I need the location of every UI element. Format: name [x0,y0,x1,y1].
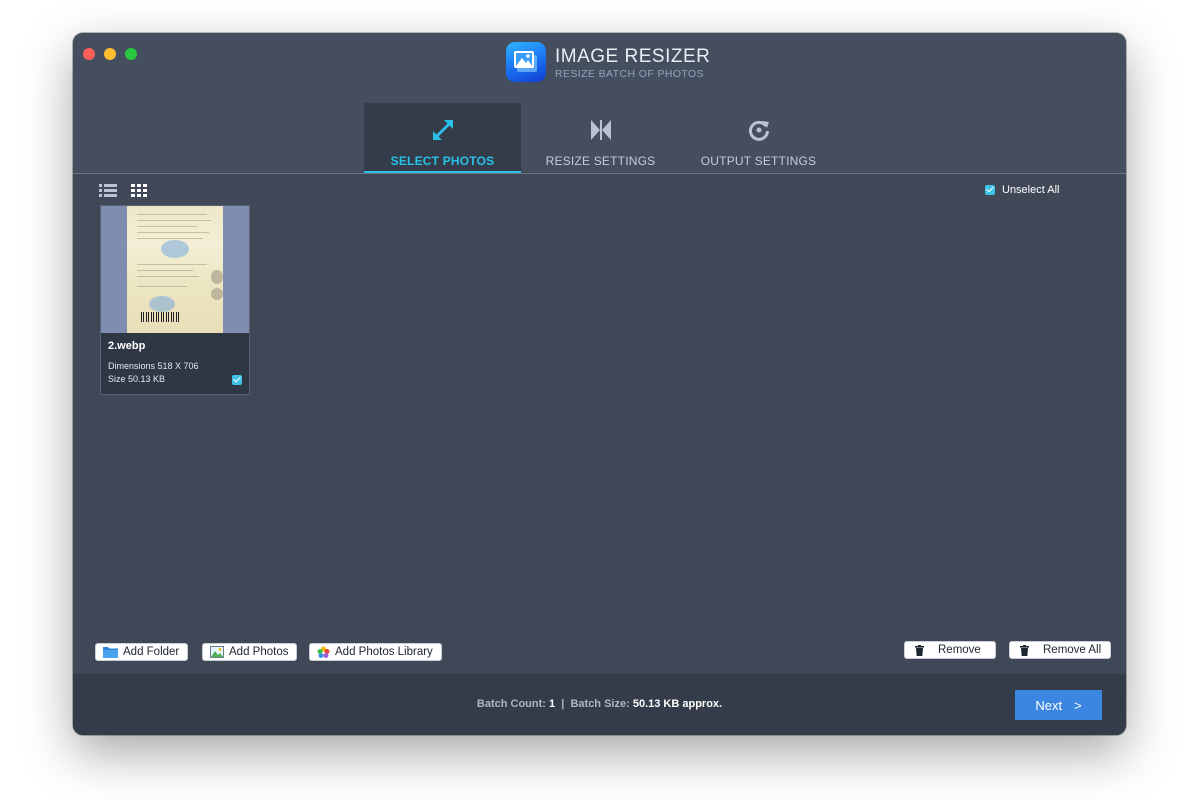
next-label: Next [1035,697,1063,713]
add-photos-library-label: Add Photos Library [335,646,433,658]
photo-dimensions: Dimensions 518 X 706 [108,361,199,371]
tab-label: RESIZE SETTINGS [545,154,656,168]
add-photos-library-button[interactable]: Add Photos Library [309,643,442,661]
close-window-button[interactable] [83,48,95,60]
photo-file-name: 2.webp [108,340,146,352]
photo-info: 2.webp Dimensions 518 X 706 Size 50.13 K… [108,340,243,386]
batch-count-label: Batch Count: [476,698,546,710]
maximize-window-button[interactable] [125,48,137,60]
list-view-icon[interactable] [98,183,118,203]
next-button[interactable]: Next > [1015,690,1102,720]
minimize-window-button[interactable] [104,48,116,60]
refresh-output-icon [680,117,837,143]
remove-all-label: Remove All [1043,644,1102,656]
trash-icon [1020,644,1029,656]
title-bar: IMAGE RESIZER RESIZE BATCH OF PHOTOS SEL… [73,33,1126,174]
remove-label: Remove [938,644,981,656]
batch-separator: | [561,698,565,710]
document-preview [127,206,223,333]
folder-icon [103,647,118,658]
photo-icon [210,646,224,658]
next-chevron-icon: > [1074,697,1082,713]
tab-select-photos[interactable]: SELECT PHOTOS [364,103,521,173]
photo-select-checkbox[interactable] [232,375,242,385]
window-controls [83,48,137,60]
photo-thumbnail [101,206,249,333]
batch-summary: Batch Count: 1 | Batch Size: 50.13 KB ap… [73,698,1126,710]
batch-size-label: Batch Size: [570,698,630,710]
app-logo-icon [506,42,546,82]
photo-size: Size 50.13 KB [108,374,166,384]
add-photos-label: Add Photos [229,646,289,658]
remove-button[interactable]: Remove [904,641,996,659]
app-window: IMAGE RESIZER RESIZE BATCH OF PHOTOS SEL… [73,33,1126,735]
app-subtitle: RESIZE BATCH OF PHOTOS [555,68,705,80]
remove-all-button[interactable]: Remove All [1009,641,1111,659]
add-photos-button[interactable]: Add Photos [202,643,298,661]
photos-library-icon [317,646,330,658]
tab-output-settings[interactable]: OUTPUT SETTINGS [680,103,837,173]
photo-card[interactable]: 2.webp Dimensions 518 X 706 Size 50.13 K… [100,205,250,395]
resize-bowtie-icon [522,117,679,143]
grid-view-icon[interactable] [129,183,149,207]
trash-icon [915,644,924,656]
expand-arrows-icon [364,117,521,143]
unselect-all-toggle[interactable]: Unselect All [985,184,1059,196]
tab-label: SELECT PHOTOS [390,154,495,168]
tab-resize-settings[interactable]: RESIZE SETTINGS [522,103,679,173]
batch-count-value: 1 [549,698,556,710]
add-folder-button[interactable]: Add Folder [95,643,189,661]
app-title: IMAGE RESIZER [555,46,711,67]
tab-label: OUTPUT SETTINGS [700,154,817,168]
unselect-all-checkbox[interactable] [985,185,995,195]
batch-size-value: 50.13 KB approx. [632,698,723,710]
add-folder-label: Add Folder [123,646,180,658]
unselect-all-label: Unselect All [1002,184,1060,196]
footer-bar: Batch Count: 1 | Batch Size: 50.13 KB ap… [73,674,1126,735]
